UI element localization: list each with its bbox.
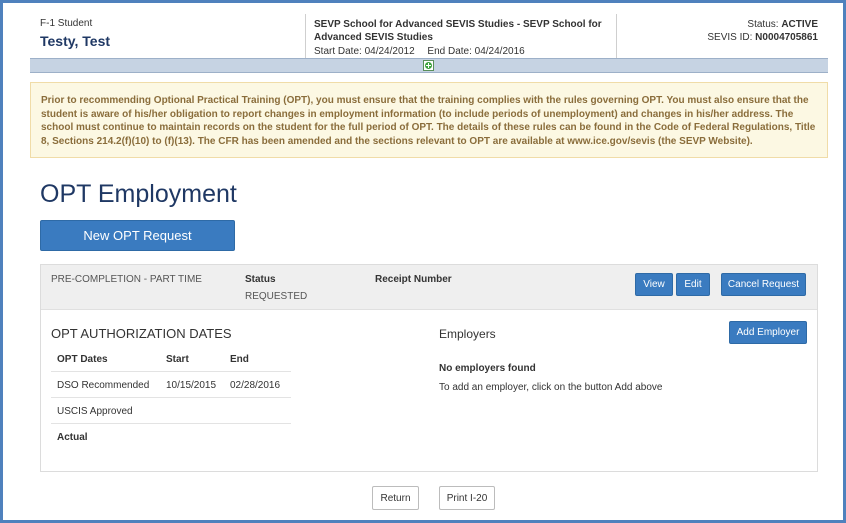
auth-dates-title: OPT AUTHORIZATION DATES	[51, 326, 232, 341]
school-name-line1: SEVP School for Advanced SEVIS Studies -…	[314, 19, 602, 30]
table-cell: USCIS Approved	[57, 406, 133, 417]
column-header: End	[230, 354, 249, 365]
no-employers-help: To add an employer, click on the button …	[439, 382, 663, 393]
return-button[interactable]: Return	[372, 486, 419, 510]
opt-request-header: PRE-COMPLETION - PART TIME Status REQUES…	[41, 265, 817, 310]
sevis-label: SEVIS ID:	[707, 32, 753, 43]
print-i20-button[interactable]: Print I-20	[439, 486, 495, 510]
status-value: ACTIVE	[781, 19, 818, 30]
employers-title: Employers	[439, 327, 496, 341]
student-info: F-1 Student Testy, Test	[40, 18, 110, 49]
request-type: PRE-COMPLETION - PART TIME	[51, 274, 202, 285]
school-info: SEVP School for Advanced SEVIS Studies -…	[305, 14, 617, 58]
add-employer-button[interactable]: Add Employer	[729, 321, 807, 344]
table-row: USCIS Approved	[51, 398, 291, 424]
no-employers-message: No employers found	[439, 363, 536, 374]
column-header: OPT Dates	[57, 354, 108, 365]
cancel-request-button[interactable]: Cancel Request	[721, 273, 806, 296]
table-cell: 10/15/2015	[166, 380, 217, 391]
status-line: Status: ACTIVE	[707, 18, 818, 31]
school-name-line2: Advanced SEVIS Studies	[314, 32, 433, 43]
request-status-label: Status	[245, 274, 276, 285]
opt-notice-alert: Prior to recommending Optional Practical…	[30, 82, 828, 158]
edit-button[interactable]: Edit	[676, 273, 710, 296]
column-header: Start	[166, 354, 189, 365]
status-label: Status:	[747, 19, 779, 30]
student-header: F-1 Student Testy, Test SEVP School for …	[30, 14, 828, 58]
status-info: Status: ACTIVE SEVIS ID: N0004705861	[707, 18, 818, 44]
start-date: Start Date: 04/24/2012	[314, 46, 415, 57]
receipt-number-label: Receipt Number	[375, 274, 452, 285]
table-row: Actual	[51, 424, 291, 449]
table-cell: DSO Recommended	[57, 380, 150, 391]
program-dates: Start Date: 04/24/2012 End Date: 04/24/2…	[314, 45, 616, 58]
student-name: Testy, Test	[40, 33, 111, 49]
table-cell: Actual	[57, 432, 88, 443]
request-status-value: REQUESTED	[245, 291, 308, 302]
sevis-id: N0004705861	[755, 32, 818, 43]
table-cell: 02/28/2016	[230, 380, 281, 391]
sevis-line: SEVIS ID: N0004705861	[707, 31, 818, 44]
page-title: OPT Employment	[40, 180, 237, 208]
student-type: F-1 Student	[40, 18, 93, 29]
new-opt-request-button[interactable]: New OPT Request	[40, 220, 235, 251]
view-button[interactable]: View	[635, 273, 673, 296]
header-collapse-bar	[30, 58, 828, 73]
opt-request-panel: PRE-COMPLETION - PART TIME Status REQUES…	[40, 264, 818, 472]
end-date: End Date: 04/24/2016	[427, 46, 525, 57]
auth-dates-table: OPT Dates Start End DSO Recommended 10/1…	[51, 346, 291, 449]
table-header-row: OPT Dates Start End	[51, 346, 291, 372]
table-row: DSO Recommended 10/15/2015 02/28/2016	[51, 372, 291, 398]
expand-icon[interactable]	[423, 60, 434, 71]
